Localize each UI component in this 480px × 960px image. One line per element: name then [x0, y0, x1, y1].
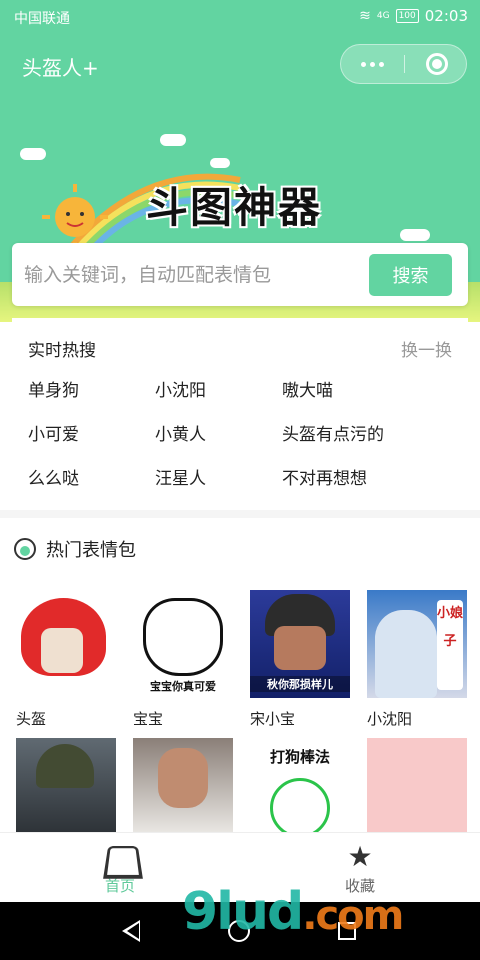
flame-icon	[14, 538, 36, 560]
meme-image[interactable]	[16, 590, 116, 698]
panda-shape	[270, 778, 330, 832]
hot-search-item[interactable]: 小可爱	[28, 420, 79, 445]
hot-search-item[interactable]: 小沈阳	[155, 376, 206, 401]
meme-caption: 小娘子	[437, 600, 463, 690]
refresh-button[interactable]: 换一换	[401, 336, 452, 361]
meme-card[interactable]: 头盔	[16, 590, 116, 729]
sun-icon	[42, 184, 108, 250]
hot-search-item[interactable]: 嗷大喵	[282, 376, 333, 401]
search-button[interactable]: 搜索	[369, 254, 452, 296]
search-card: 搜索	[12, 243, 468, 306]
miniprogram-capsule	[340, 44, 467, 84]
meme-card[interactable]: 秋你那损样儿 宋小宝	[250, 590, 350, 729]
watermark-brand: 9lud	[182, 882, 304, 942]
face-shape	[41, 628, 83, 673]
meme-card[interactable]: 小娘子 小沈阳	[367, 590, 467, 729]
battery-icon: 100	[395, 9, 419, 23]
tab-home[interactable]: 首页	[90, 843, 150, 896]
cloud-decoration	[160, 134, 186, 146]
hot-search-item[interactable]: 么么哒	[28, 464, 79, 489]
meme-image[interactable]: 秋你那损样儿	[250, 590, 350, 698]
meme-image[interactable]: 小娘子	[367, 590, 467, 698]
hot-search-item[interactable]: 汪星人	[155, 464, 206, 489]
person-shape	[375, 610, 437, 698]
meme-label: 宋小宝	[250, 710, 296, 728]
meme-card[interactable]	[133, 738, 233, 832]
meme-image[interactable]: 打狗棒法	[250, 738, 350, 832]
star-icon: ★	[347, 840, 373, 873]
face-shape	[158, 748, 208, 808]
meme-label: 宝宝	[133, 710, 164, 728]
meme-label: 头盔	[16, 710, 47, 728]
meme-image[interactable]	[133, 738, 233, 832]
hot-search-item[interactable]: 头盔有点污的	[282, 420, 384, 445]
status-indicators: ≋ 4G 100 02:03	[359, 7, 468, 25]
hot-search-item[interactable]: 小黄人	[155, 420, 206, 445]
hot-search-item[interactable]: 不对再想想	[282, 464, 367, 489]
network-label: 4G	[376, 11, 390, 21]
home-icon	[105, 843, 135, 869]
meme-caption: 宝宝你真可爱	[150, 680, 216, 693]
cloud-decoration	[400, 229, 430, 241]
more-button[interactable]	[341, 45, 404, 83]
carrier-label: 中国联通	[14, 11, 70, 27]
search-input[interactable]	[24, 257, 364, 293]
meme-caption: 打狗棒法	[269, 748, 330, 766]
meme-card[interactable]: 打狗棒法	[250, 738, 350, 832]
meme-label: 小沈阳	[367, 710, 413, 728]
app-title: 头盔人+	[22, 56, 99, 80]
section-divider	[0, 510, 480, 518]
capsule-divider	[404, 55, 405, 73]
meme-card[interactable]: 宝宝你真可爱 宝宝	[133, 590, 233, 729]
meme-image[interactable]: 宝宝你真可爱	[133, 590, 233, 698]
meme-image[interactable]	[16, 738, 116, 832]
meme-section-title: 热门表情包	[46, 540, 136, 561]
meme-card[interactable]	[16, 738, 116, 832]
clock: 02:03	[424, 7, 468, 25]
meme-caption: 秋你那损样儿	[250, 676, 350, 692]
helmet-shape	[36, 744, 94, 788]
watermark: 9lud.com	[182, 882, 404, 942]
hot-search-item[interactable]: 单身狗	[28, 376, 79, 401]
hot-search-title: 实时热搜	[28, 341, 96, 361]
back-icon[interactable]	[122, 920, 140, 942]
wifi-icon: ≋	[359, 8, 371, 24]
hot-search-card: 实时热搜 换一换 单身狗 小沈阳 嗷大喵 小可爱 小黄人 头盔有点污的 么么哒 …	[12, 318, 468, 510]
close-button[interactable]	[426, 53, 448, 75]
face-shape	[274, 626, 326, 670]
watermark-suffix: .com	[302, 893, 404, 939]
banner-title: 斗图神器	[146, 183, 323, 232]
meme-section-header: 热门表情包	[14, 536, 136, 562]
meme-image[interactable]	[367, 738, 467, 832]
meme-card[interactable]	[367, 738, 467, 832]
face-shape	[143, 598, 223, 676]
status-bar: 中国联通 ≋ 4G 100 02:03	[0, 0, 480, 32]
